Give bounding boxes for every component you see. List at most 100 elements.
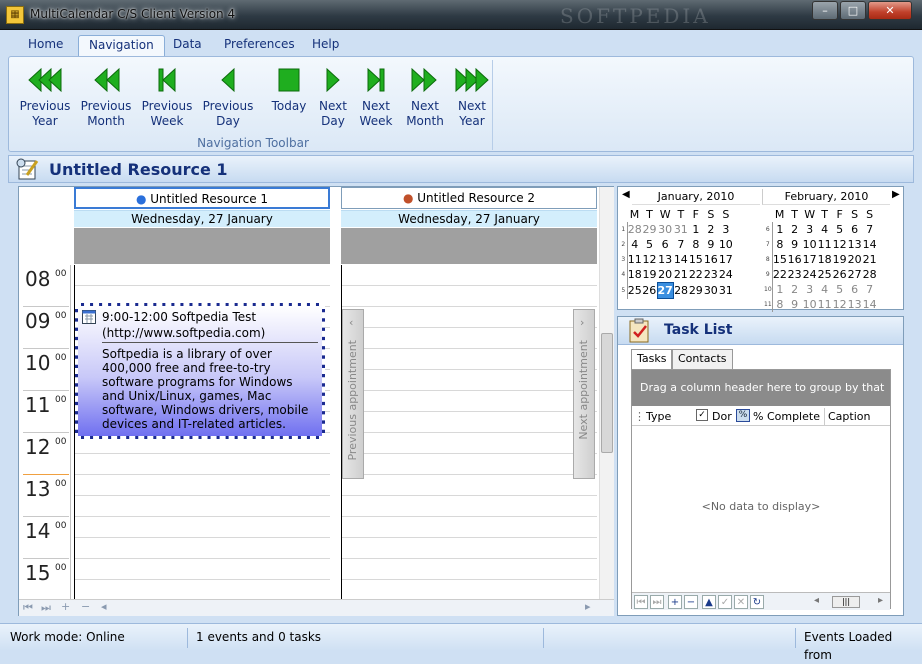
calendar-day[interactable]: 19 — [832, 252, 847, 267]
column-chooser-icon[interactable]: ⋮ — [634, 408, 645, 425]
calendar-day[interactable]: 11 — [627, 252, 642, 267]
calendar-day[interactable]: 9 — [787, 297, 802, 312]
calendar-day[interactable]: 15 — [688, 252, 703, 267]
calendar-day[interactable]: 11 — [817, 297, 832, 312]
maximize-button[interactable]: □ — [840, 1, 866, 20]
appointment[interactable]: 9:00-12:00 Softpedia Test (http://www.so… — [75, 303, 325, 439]
calendar-day[interactable]: 20 — [847, 252, 862, 267]
calendar-day[interactable]: 11 — [817, 237, 832, 252]
calendar-day[interactable]: 27 — [847, 267, 862, 282]
calendar-day[interactable]: 17 — [718, 252, 733, 267]
calendar-day[interactable]: 3 — [802, 282, 817, 297]
calendar-day[interactable]: 6 — [847, 282, 862, 297]
add-icon[interactable]: + — [61, 600, 70, 613]
week-number[interactable]: 4 — [620, 267, 628, 283]
week-number[interactable]: 8 — [764, 252, 773, 267]
calendar-day[interactable]: 29 — [688, 283, 703, 299]
tab-data[interactable]: Data — [163, 35, 212, 56]
calendar-day[interactable]: 23 — [703, 267, 718, 283]
calendar-day[interactable]: 9 — [787, 237, 802, 252]
calendar-day[interactable]: 22 — [772, 267, 787, 282]
calendar-day[interactable]: 28 — [673, 283, 688, 299]
close-button[interactable]: ✕ — [868, 1, 912, 20]
calendar-day[interactable]: 13 — [847, 237, 862, 252]
tab-navigation[interactable]: Navigation — [78, 35, 165, 56]
previous-month-button[interactable]: Previous Month — [76, 66, 136, 130]
resource-header-1[interactable]: ● Untitled Resource 1 — [74, 187, 330, 209]
calendar-day[interactable]: 30 — [657, 222, 673, 237]
calendar-day[interactable]: 25 — [817, 267, 832, 282]
calendar-day[interactable]: 4 — [817, 222, 832, 237]
calendar-day[interactable]: 24 — [718, 267, 733, 283]
calendar-day[interactable]: 7 — [862, 222, 877, 237]
cancel-icon[interactable]: ✕ — [734, 595, 748, 609]
calendar-day[interactable]: 10 — [802, 237, 817, 252]
calendar-day[interactable]: 18 — [817, 252, 832, 267]
horizontal-scrollbar[interactable]: ⏮ ⏭ + − ◂ ▸ — [19, 599, 614, 616]
calendar-day[interactable]: 8 — [772, 237, 787, 252]
tab-tasks[interactable]: Tasks — [631, 349, 673, 369]
first-icon[interactable]: ⏮ — [23, 601, 33, 615]
refresh-icon[interactable]: ↻ — [750, 595, 764, 609]
column-percent-complete[interactable]: % Complete — [753, 408, 820, 425]
delete-record-icon[interactable]: − — [684, 595, 698, 609]
calendar-day[interactable]: 12 — [832, 297, 847, 312]
column-done[interactable]: Dor — [712, 408, 732, 425]
tab-preferences[interactable]: Preferences — [214, 35, 305, 56]
previous-year-button[interactable]: Previous Year — [15, 66, 75, 130]
scroll-thumb[interactable] — [601, 333, 613, 453]
calendar-day[interactable]: 7 — [673, 237, 688, 252]
date-header-1[interactable]: Wednesday, 27 January — [74, 210, 330, 227]
calendar-day[interactable]: 2 — [703, 222, 718, 237]
calendar-day[interactable]: 4 — [627, 237, 642, 252]
week-number[interactable]: 5 — [620, 282, 628, 299]
week-number[interactable]: 7 — [764, 237, 773, 252]
group-by-panel[interactable]: Drag a column header here to group by th… — [632, 370, 890, 430]
tab-contacts[interactable]: Contacts — [672, 349, 733, 369]
previous-week-button[interactable]: Previous Week — [137, 66, 197, 130]
app-icon[interactable]: ▦ — [6, 6, 24, 24]
calendar-day[interactable]: 1 — [772, 222, 787, 237]
week-number[interactable]: 10 — [764, 282, 773, 297]
vertical-scrollbar[interactable] — [599, 187, 614, 599]
week-number[interactable]: 9 — [764, 267, 773, 282]
calendar-day[interactable]: 8 — [688, 237, 703, 252]
calendar-day[interactable]: 25 — [627, 283, 642, 299]
calendar-day[interactable]: 6 — [847, 222, 862, 237]
calendar-day[interactable]: 10 — [802, 297, 817, 312]
calendar-day[interactable]: 1 — [772, 282, 787, 297]
scroll-left-arrow-icon[interactable]: ◂ — [814, 595, 819, 606]
calendar-day[interactable]: 9 — [703, 237, 718, 252]
calendar-day[interactable]: 4 — [817, 282, 832, 297]
calendar-day[interactable]: 5 — [832, 282, 847, 297]
calendar-day[interactable]: 21 — [673, 267, 688, 283]
calendar-day[interactable]: 16 — [703, 252, 718, 267]
prev-month-icon[interactable]: ◀ — [622, 189, 630, 200]
week-number[interactable]: 3 — [620, 252, 628, 267]
calendar-day[interactable]: 26 — [642, 283, 657, 299]
last-icon[interactable]: ⏭ — [41, 601, 51, 615]
calendar-day[interactable]: 28 — [862, 267, 877, 282]
calendar-day[interactable]: 5 — [642, 237, 657, 252]
calendar-day[interactable]: 2 — [787, 282, 802, 297]
calendar-day[interactable]: 26 — [832, 267, 847, 282]
calendar-day[interactable]: 30 — [703, 283, 718, 299]
calendar-day[interactable]: 19 — [642, 267, 657, 283]
calendar-day[interactable]: 29 — [642, 222, 657, 237]
scroll-left-icon[interactable]: ◂ — [101, 600, 107, 613]
all-day-area-2[interactable] — [341, 228, 597, 264]
previous-day-button[interactable]: Previous Day — [198, 66, 258, 130]
calendar-day[interactable]: 17 — [802, 252, 817, 267]
tab-home[interactable]: Home — [18, 35, 73, 56]
first-record-icon[interactable]: ⏮ — [634, 595, 648, 609]
time-slots-2[interactable] — [341, 265, 597, 605]
calendar-day[interactable]: 14 — [673, 252, 688, 267]
minimize-button[interactable]: – — [812, 1, 838, 20]
column-caption[interactable]: Caption — [824, 408, 870, 425]
add-record-icon[interactable]: + — [668, 595, 682, 609]
previous-appointment-button[interactable]: ‹ Previous appointment — [342, 309, 364, 479]
next-year-button[interactable]: Next Year — [442, 66, 502, 130]
week-number[interactable]: 2 — [620, 237, 628, 252]
week-number[interactable]: 1 — [620, 222, 628, 237]
calendar-day[interactable]: 24 — [802, 267, 817, 282]
